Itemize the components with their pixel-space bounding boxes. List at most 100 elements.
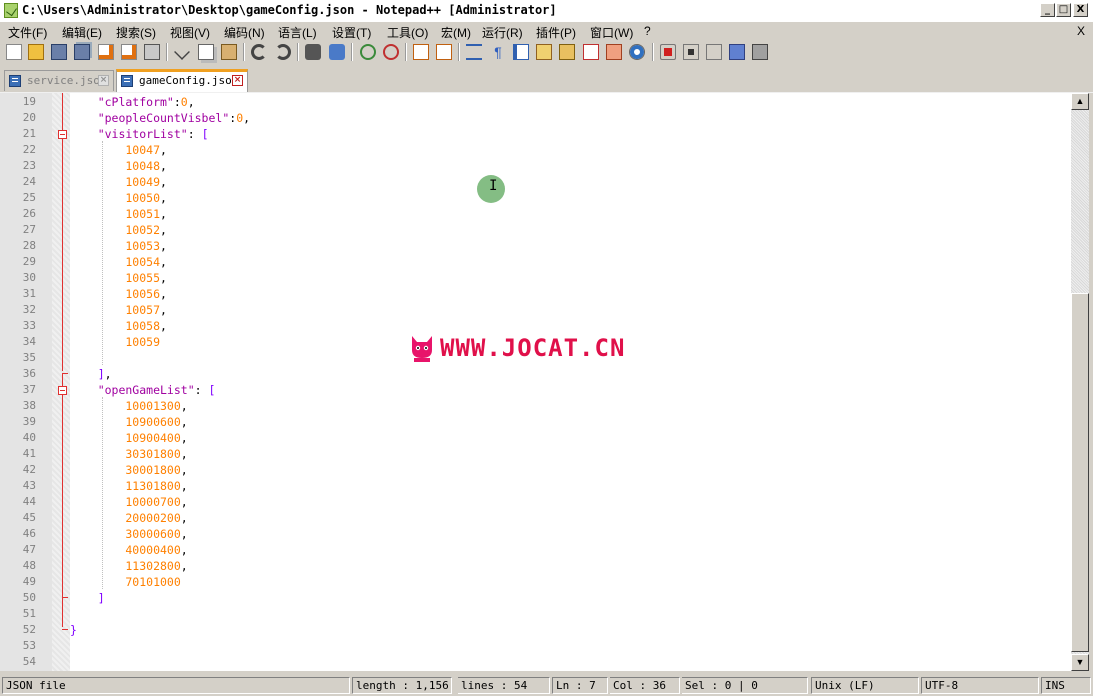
code-line[interactable]: 32 10057, — [0, 302, 1071, 318]
vertical-scrollbar[interactable]: ▲ ▼ — [1071, 93, 1089, 671]
find-icon[interactable] — [305, 44, 321, 60]
fold-line — [62, 374, 63, 386]
code-line[interactable]: 54 — [0, 654, 1071, 670]
redo-icon[interactable] — [275, 44, 291, 60]
show-all-chars-icon[interactable]: ¶ — [490, 44, 506, 60]
code-line[interactable]: 46 30000600, — [0, 526, 1071, 542]
zoom-in-icon[interactable] — [360, 44, 376, 60]
editor-area[interactable]: 19 "cPlatform":0, 20 "peopleCountVisbel":… — [0, 93, 1071, 671]
doc-map-icon[interactable] — [559, 44, 575, 60]
code-line[interactable]: 30 10055, — [0, 270, 1071, 286]
close-document-button[interactable]: X — [1077, 24, 1085, 38]
code-line[interactable]: 29 10054, — [0, 254, 1071, 270]
code-line[interactable]: 40 10900400, — [0, 430, 1071, 446]
new-file-icon[interactable] — [6, 44, 22, 60]
code-line[interactable]: 36 ], — [0, 366, 1071, 382]
open-file-icon[interactable] — [28, 44, 44, 60]
menu-run[interactable]: 运行(R) — [482, 24, 523, 41]
undo-icon[interactable] — [251, 44, 267, 60]
menu-search[interactable]: 搜索(S) — [116, 24, 156, 41]
code-line[interactable]: 52} — [0, 622, 1071, 638]
tab-gameconfig-json[interactable]: gameConfig.json × — [116, 69, 248, 92]
menu-language[interactable]: 语言(L) — [278, 24, 317, 41]
run-macro-multiple-icon[interactable] — [729, 44, 745, 60]
code-token: , — [180, 415, 188, 429]
menu-file[interactable]: 文件(F) — [8, 24, 47, 41]
stop-macro-icon[interactable] — [683, 44, 699, 60]
menu-help[interactable]: ? — [644, 24, 651, 38]
sync-vertical-icon[interactable] — [413, 44, 429, 60]
fold-collapse-icon[interactable] — [58, 386, 67, 395]
copy-icon[interactable] — [198, 44, 214, 60]
code-line[interactable]: 45 20000200, — [0, 510, 1071, 526]
scrollbar-thumb[interactable] — [1071, 293, 1089, 652]
maximize-button[interactable]: □ — [1056, 3, 1071, 17]
scroll-up-button[interactable]: ▲ — [1071, 93, 1089, 110]
code-line[interactable]: 49 70101000 — [0, 574, 1071, 590]
code-line[interactable]: 48 11302800, — [0, 558, 1071, 574]
code-line[interactable]: 47 40000400, — [0, 542, 1071, 558]
minimize-button[interactable]: _ — [1040, 3, 1055, 17]
code-line[interactable]: 26 10051, — [0, 206, 1071, 222]
function-list-icon[interactable] — [583, 44, 599, 60]
code-line[interactable]: 24 10049, — [0, 174, 1071, 190]
code-line[interactable]: 38 10001300, — [0, 398, 1071, 414]
cut-icon[interactable] — [174, 44, 190, 60]
fold-collapse-icon[interactable] — [58, 130, 67, 139]
save-macro-icon[interactable] — [752, 44, 768, 60]
print-icon[interactable] — [144, 44, 160, 60]
code-line[interactable]: 50 ] — [0, 590, 1071, 606]
word-wrap-icon[interactable] — [466, 44, 482, 60]
line-text: "cPlatform":0, — [70, 95, 195, 109]
save-all-icon[interactable] — [74, 44, 90, 60]
menu-edit[interactable]: 编辑(E) — [62, 24, 102, 41]
code-line[interactable]: 27 10052, — [0, 222, 1071, 238]
menu-settings[interactable]: 设置(T) — [332, 24, 371, 41]
menu-tools[interactable]: 工具(O) — [387, 24, 428, 41]
code-line[interactable]: 21 "visitorList": [ — [0, 126, 1071, 142]
code-line[interactable]: 20 "peopleCountVisbel":0, — [0, 110, 1071, 126]
close-all-icon[interactable] — [121, 44, 137, 60]
close-window-button[interactable]: X — [1073, 3, 1088, 17]
menu-window[interactable]: 窗口(W) — [590, 24, 633, 41]
status-encoding[interactable]: UTF-8 — [921, 677, 1039, 694]
status-eol[interactable]: Unix (LF) — [811, 677, 919, 694]
indent-guide-icon[interactable] — [513, 44, 529, 60]
menu-plugins[interactable]: 插件(P) — [536, 24, 576, 41]
zoom-out-icon[interactable] — [383, 44, 399, 60]
sync-horizontal-icon[interactable] — [436, 44, 452, 60]
play-macro-icon[interactable] — [706, 44, 722, 60]
code-line[interactable]: 51 — [0, 606, 1071, 622]
close-tab-icon[interactable]: × — [232, 75, 243, 86]
close-icon[interactable] — [98, 44, 114, 60]
line-text: } — [70, 623, 77, 637]
tab-service-json[interactable]: service.json × — [4, 70, 114, 91]
code-line[interactable]: 43 11301800, — [0, 478, 1071, 494]
save-icon[interactable] — [51, 44, 67, 60]
code-line[interactable]: 39 10900600, — [0, 414, 1071, 430]
menu-macro[interactable]: 宏(M) — [441, 24, 471, 41]
code-line[interactable]: 53 — [0, 638, 1071, 654]
code-token: "openGameList" — [70, 383, 195, 397]
code-line[interactable]: 28 10053, — [0, 238, 1071, 254]
line-text: 10059 — [70, 335, 160, 349]
monitor-icon[interactable] — [629, 44, 645, 60]
scroll-down-button[interactable]: ▼ — [1071, 654, 1089, 671]
close-tab-icon[interactable]: × — [98, 75, 109, 86]
code-line[interactable]: 25 10050, — [0, 190, 1071, 206]
replace-icon[interactable] — [329, 44, 345, 60]
code-line[interactable]: 42 30001800, — [0, 462, 1071, 478]
menu-view[interactable]: 视图(V) — [170, 24, 210, 41]
code-line[interactable]: 37 "openGameList": [ — [0, 382, 1071, 398]
code-line[interactable]: 41 30301800, — [0, 446, 1071, 462]
menu-encoding[interactable]: 编码(N) — [224, 24, 265, 41]
folder-workspace-icon[interactable] — [606, 44, 622, 60]
paste-icon[interactable] — [221, 44, 237, 60]
code-line[interactable]: 31 10056, — [0, 286, 1071, 302]
code-line[interactable]: 19 "cPlatform":0, — [0, 94, 1071, 110]
code-line[interactable]: 22 10047, — [0, 142, 1071, 158]
user-lang-icon[interactable] — [536, 44, 552, 60]
code-line[interactable]: 44 10000700, — [0, 494, 1071, 510]
code-line[interactable]: 23 10048, — [0, 158, 1071, 174]
record-macro-icon[interactable] — [660, 44, 676, 60]
